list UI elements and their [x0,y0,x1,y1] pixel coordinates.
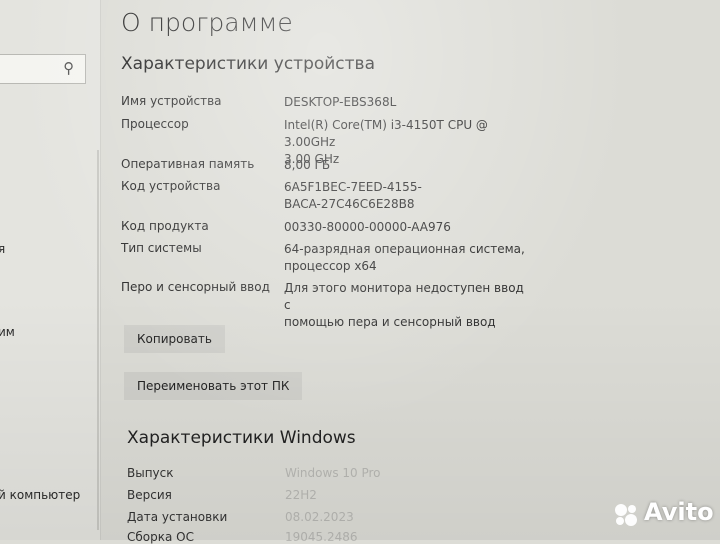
spec-value-line-1: Intel(R) Core(TM) i3-4150T CPU @ 3.00GHz [284,118,488,149]
spec-value-line-1: 6A5F1BEC-7EED-4155- [284,180,422,194]
win-value: 19045.2486 [285,530,358,544]
avito-logo-icon [615,504,637,526]
search-input[interactable]: ⚲ [0,54,86,84]
spec-label: Имя устройства [121,94,222,108]
spec-value: 8,00 ГБ [284,158,331,172]
copy-button[interactable]: Копировать [124,325,225,353]
win-value: 08.02.2023 [285,510,354,524]
spec-value-line-2: процессор x64 [284,259,377,273]
spec-value: 6A5F1BEC-7EED-4155- BACA-27C46C6E28B8 [284,179,534,213]
nav-divider [97,150,99,530]
watermark-text: Avito [644,498,714,526]
win-label: Выпуск [127,466,174,480]
win-label: Версия [127,488,172,502]
spec-label: Процессор [121,117,189,131]
spec-value-line-1: Для этого монитора недоступен ввод с [284,281,524,312]
nav-item-2[interactable]: им [0,325,15,339]
spec-value-line-2: помощью пера и сенсорный ввод [284,315,496,329]
watermark: Avito [612,498,714,530]
navigation-pane: ⚲ я им й компьютер [0,0,101,540]
spec-value-line-2: BACA-27C46C6E28B8 [284,197,415,211]
win-value: Windows 10 Pro [285,466,381,480]
spec-value: DESKTOP-EBS368L [284,95,397,109]
search-icon[interactable]: ⚲ [63,59,74,77]
spec-label: Тип системы [121,241,202,255]
spec-value-line-1: 64-разрядная операционная система, [284,242,525,256]
windows-specs-title: Характеристики Windows [127,428,356,448]
spec-value: Для этого монитора недоступен ввод с пом… [284,280,534,331]
win-label: Дата установки [127,510,228,524]
page-title: О программе [121,8,293,37]
device-specs-title: Характеристики устройства [121,54,375,74]
spec-label: Код продукта [121,219,209,233]
win-value: 22H2 [285,488,317,502]
rename-pc-button[interactable]: Переименовать этот ПК [124,372,303,400]
main-content: О программе Характеристики устройства Им… [101,0,720,544]
nav-item-3[interactable]: й компьютер [0,488,80,502]
spec-label: Оперативная память [121,157,255,171]
nav-item-1[interactable]: я [0,242,5,256]
spec-label: Перо и сенсорный ввод [121,280,270,294]
spec-label: Код устройства [121,179,221,193]
win-label: Сборка ОС [127,530,194,544]
spec-value: 64-разрядная операционная система, проце… [284,241,534,275]
spec-value: 00330-80000-00000-AA976 [284,220,451,234]
